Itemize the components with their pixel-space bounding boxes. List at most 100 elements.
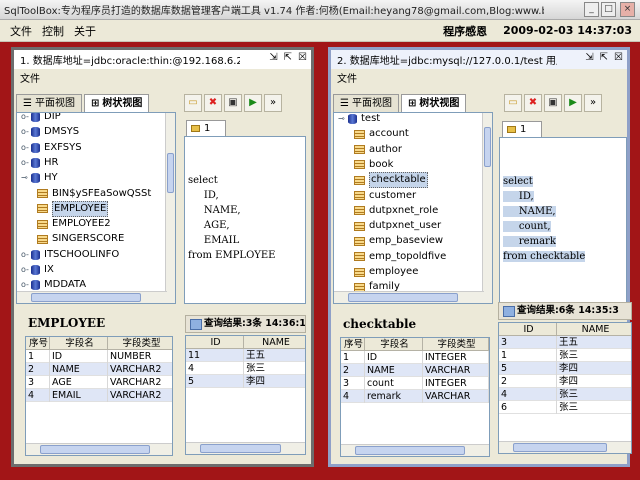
expand-icon[interactable]: o- — [21, 248, 31, 262]
results-header-cell[interactable]: NAME — [557, 323, 631, 336]
fields-header-cell[interactable]: 字段类型 — [108, 337, 172, 350]
tab-flat-view[interactable]: ☰ 平面视图 — [333, 94, 399, 112]
menu-control[interactable]: 控制 — [42, 23, 64, 39]
scroll-thumb[interactable] — [40, 445, 150, 454]
maximize-button[interactable]: □ — [601, 2, 616, 17]
tree-item[interactable]: o- IX — [21, 263, 54, 277]
results-grid[interactable]: ID NAME 3 王五 1 张三 5 李四 2 李四 4 张三 6 张三 — [498, 322, 632, 454]
results-grid[interactable]: ID NAME 11 王五 4 张三 5 李四 — [185, 335, 306, 455]
more-icon[interactable]: » — [264, 94, 282, 112]
frame-menu-file[interactable]: 文件 — [331, 71, 357, 89]
schema-tree[interactable]: o- DIP o- DMSYS o- EXFSYS o- HR ⊸ HY BIN$ySFEaSowQ… — [16, 112, 176, 304]
minimize-button[interactable]: _ — [584, 2, 599, 17]
tree-item[interactable]: dutpxnet_role — [354, 204, 438, 218]
delete-icon[interactable]: ✖ — [204, 94, 222, 112]
schema-tree[interactable]: ⊸ test account author book checktable customer… — [333, 112, 493, 304]
tree-horizontal-scrollbar[interactable] — [17, 291, 167, 303]
tree-item[interactable]: o- HR — [21, 156, 58, 170]
expand-icon[interactable]: o- — [21, 125, 31, 139]
results-row[interactable]: 6 张三 — [499, 401, 631, 414]
tree-item[interactable]: ⊸ test — [338, 113, 380, 126]
tree-item[interactable]: account — [354, 127, 409, 141]
fields-header-cell[interactable]: 序号 — [26, 337, 50, 350]
tree-item[interactable]: checktable — [354, 172, 428, 189]
editor-tab[interactable]: 1 — [502, 121, 542, 137]
scroll-thumb[interactable] — [513, 443, 607, 452]
fields-grid[interactable]: 序号 字段名 字段类型 1 ID NUMBER 2 NAME VARCHAR2 3 AGE VARCH… — [25, 336, 173, 456]
folder-icon[interactable]: ▭ — [504, 94, 522, 112]
tree-item[interactable]: BIN$ySFEaSowQSSt — [37, 187, 151, 201]
fields-grid[interactable]: 序号 字段名 字段类型 1 ID INTEGER 2 NAME VARCHAR 3 count INT… — [340, 337, 490, 457]
restore-icon[interactable]: ⇲ — [585, 52, 593, 63]
expand-icon[interactable]: o- — [21, 113, 31, 124]
results-row[interactable]: 5 李四 — [499, 362, 631, 375]
tree-item[interactable]: o- ITSCHOOLINFO — [21, 248, 119, 262]
fields-row[interactable]: 3 count INTEGER — [341, 377, 489, 390]
tree-item[interactable]: ⊸ HY — [21, 171, 58, 185]
restore-icon[interactable]: ⇲ — [269, 52, 277, 63]
tree-item[interactable]: dutpxnet_user — [354, 219, 441, 233]
frame-title-bar[interactable]: 1. 数据库地址=jdbc:oracle:thin:@192.168.6.21.… — [14, 50, 311, 69]
tree-vertical-scrollbar[interactable] — [165, 113, 175, 303]
scroll-thumb[interactable] — [355, 446, 465, 455]
tree-item[interactable]: EMPLOYEE — [37, 200, 109, 217]
fields-header-cell[interactable]: 序号 — [341, 338, 365, 351]
tab-tree-view[interactable]: ⊞ 树状视图 — [83, 94, 150, 112]
tree-item[interactable]: SINGERSCORE — [37, 232, 124, 246]
fields-row[interactable]: 2 NAME VARCHAR — [341, 364, 489, 377]
tree-item[interactable]: o- DMSYS — [21, 125, 79, 139]
fields-row[interactable]: 1 ID INTEGER — [341, 351, 489, 364]
menu-file[interactable]: 文件 — [10, 23, 32, 39]
scroll-thumb[interactable] — [348, 293, 458, 302]
fields-row[interactable]: 4 EMAIL VARCHAR2 — [26, 389, 172, 402]
scroll-thumb[interactable] — [31, 293, 141, 302]
expand-icon[interactable]: ⊸ — [21, 171, 31, 185]
results-row[interactable]: 3 王五 — [499, 336, 631, 349]
menu-about[interactable]: 关于 — [74, 23, 96, 39]
tab-tree-view[interactable]: ⊞ 树状视图 — [400, 94, 467, 112]
results-horizontal-scrollbar[interactable] — [499, 441, 631, 453]
tree-item[interactable]: author — [354, 143, 402, 157]
results-row[interactable]: 1 张三 — [499, 349, 631, 362]
results-horizontal-scrollbar[interactable] — [186, 442, 305, 454]
maximize-icon[interactable]: ⇱ — [284, 52, 292, 63]
tree-item[interactable]: customer — [354, 189, 416, 203]
results-header-cell[interactable]: ID — [499, 323, 557, 336]
results-row[interactable]: 4 张三 — [186, 362, 305, 375]
expand-icon[interactable]: ⊸ — [338, 113, 348, 126]
fields-horizontal-scrollbar[interactable] — [341, 444, 489, 456]
fields-row[interactable]: 4 remark VARCHAR — [341, 390, 489, 403]
tab-flat-view[interactable]: ☰ 平面视图 — [16, 94, 82, 112]
results-row[interactable]: 11 王五 — [186, 349, 305, 362]
run-icon[interactable]: ▶ — [244, 94, 262, 112]
tree-item[interactable]: emp_baseview — [354, 234, 443, 248]
scroll-thumb[interactable] — [484, 127, 491, 167]
expand-icon[interactable]: o- — [21, 263, 31, 277]
tree-horizontal-scrollbar[interactable] — [334, 291, 484, 303]
frame-title-bar[interactable]: 2. 数据库地址=jdbc:mysql://127.0.0.1/test 用户.… — [331, 50, 627, 69]
results-row[interactable]: 5 李四 — [186, 375, 305, 388]
results-header-cell[interactable]: NAME — [244, 336, 305, 349]
more-icon[interactable]: » — [584, 94, 602, 112]
fields-horizontal-scrollbar[interactable] — [26, 443, 172, 455]
maximize-icon[interactable]: ⇱ — [600, 52, 608, 63]
tree-item[interactable]: o- DIP — [21, 113, 61, 124]
sql-editor[interactable]: select ID, NAME, count, remark from check… — [499, 137, 627, 305]
save-icon[interactable]: ▣ — [544, 94, 562, 112]
results-header-cell[interactable]: ID — [186, 336, 244, 349]
fields-row[interactable]: 1 ID NUMBER — [26, 350, 172, 363]
expand-icon[interactable]: o- — [21, 141, 31, 155]
expand-icon[interactable]: o- — [21, 156, 31, 170]
close-icon[interactable]: ☒ — [614, 52, 623, 63]
tree-item[interactable]: employee — [354, 265, 418, 279]
fields-header-cell[interactable]: 字段名 — [365, 338, 423, 351]
delete-icon[interactable]: ✖ — [524, 94, 542, 112]
connection-window-2[interactable]: 2. 数据库地址=jdbc:mysql://127.0.0.1/test 用户.… — [328, 47, 632, 467]
sql-editor[interactable]: select ID, NAME, AGE, EMAIL from EMPLOYEE — [184, 136, 306, 304]
tree-vertical-scrollbar[interactable] — [482, 113, 492, 303]
frame-menu-file[interactable]: 文件 — [14, 71, 40, 89]
scroll-thumb[interactable] — [167, 153, 174, 193]
connection-window-1[interactable]: 1. 数据库地址=jdbc:oracle:thin:@192.168.6.21.… — [11, 47, 314, 467]
scroll-thumb[interactable] — [200, 444, 281, 453]
results-row[interactable]: 4 张三 — [499, 388, 631, 401]
